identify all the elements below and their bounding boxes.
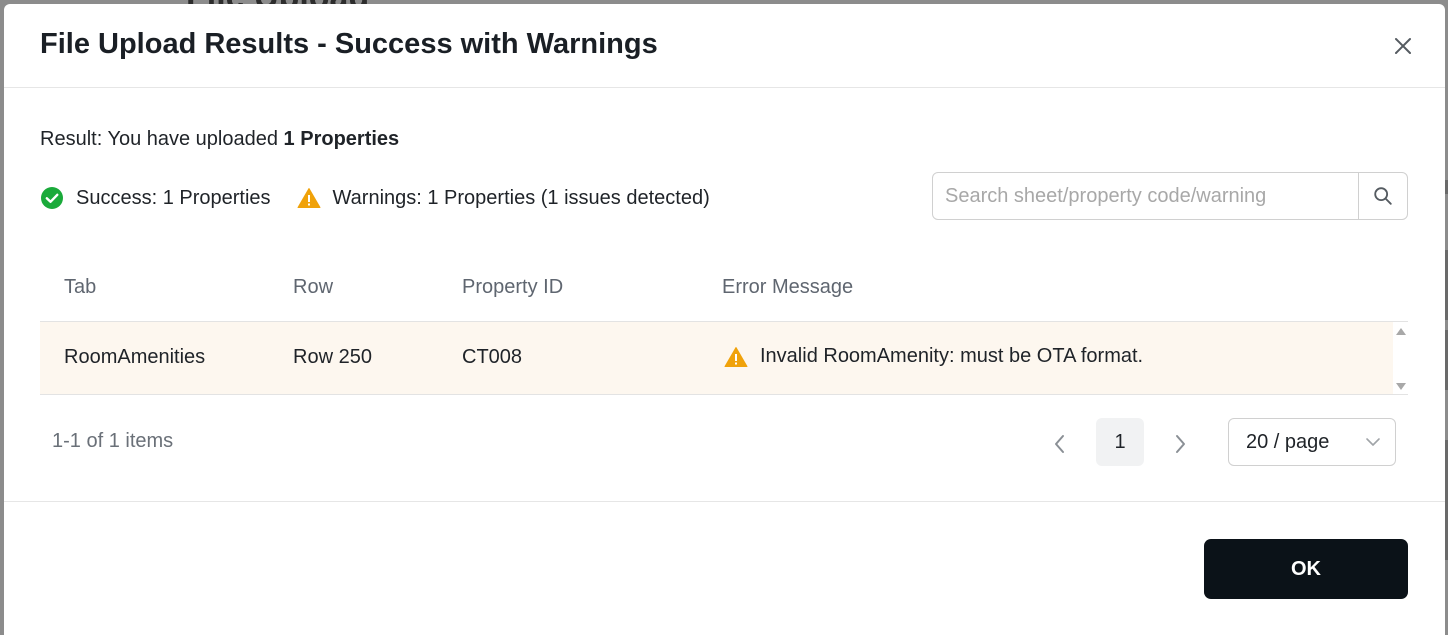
table-row[interactable]: RoomAmenities Row 250 CT008 Invalid Room… xyxy=(40,322,1393,394)
cell-property-id: CT008 xyxy=(462,346,523,368)
warning-text: Warnings: 1 Properties (1 issues detecte… xyxy=(332,186,710,209)
results-table: Tab Row Property ID Error Message RoomAm… xyxy=(40,254,1408,395)
cell-row: Row 250 xyxy=(293,346,372,368)
table-body: RoomAmenities Row 250 CT008 Invalid Room… xyxy=(40,322,1408,395)
modal-header: File Upload Results - Success with Warni… xyxy=(4,4,1445,88)
warning-triangle-icon xyxy=(297,188,321,208)
cell-error-message: Invalid RoomAmenity: must be OTA format. xyxy=(724,343,1143,369)
search-input[interactable] xyxy=(933,173,1358,219)
close-button[interactable] xyxy=(1391,34,1415,58)
scroll-up-arrow[interactable] xyxy=(1396,328,1406,335)
result-prefix: Result: You have uploaded xyxy=(40,128,284,150)
search-icon xyxy=(1374,187,1392,205)
search-box xyxy=(932,172,1408,220)
ok-button[interactable]: OK xyxy=(1204,539,1408,599)
column-header-property-id[interactable]: Property ID xyxy=(462,276,563,299)
column-header-tab[interactable]: Tab xyxy=(64,276,96,299)
page-size-value: 20 / page xyxy=(1246,430,1330,453)
column-header-error-message[interactable]: Error Message xyxy=(722,276,853,299)
modal-title: File Upload Results - Success with Warni… xyxy=(40,28,658,60)
next-page-button[interactable] xyxy=(1160,422,1200,466)
chevron-left-icon xyxy=(1055,435,1064,453)
previous-page-button[interactable] xyxy=(1040,422,1080,466)
result-summary: Result: You have uploaded 1 Properties xyxy=(40,128,399,151)
chevron-down-icon xyxy=(1366,438,1380,446)
pagination-summary: 1-1 of 1 items xyxy=(52,430,174,452)
close-icon xyxy=(1395,38,1411,54)
upload-results-modal: File Upload Results - Success with Warni… xyxy=(4,4,1445,635)
check-circle-icon xyxy=(41,187,63,209)
status-summary: Success: 1 Properties Warnings: 1 Proper… xyxy=(40,184,736,212)
warning-status: Warnings: 1 Properties (1 issues detecte… xyxy=(297,186,710,210)
page-size-select[interactable]: 20 / page xyxy=(1228,418,1396,466)
footer-divider xyxy=(4,501,1445,502)
error-message-text: Invalid RoomAmenity: must be OTA format. xyxy=(760,344,1144,367)
chevron-right-icon xyxy=(1176,435,1185,453)
column-header-row[interactable]: Row xyxy=(293,276,333,299)
scroll-down-arrow[interactable] xyxy=(1396,383,1406,390)
cell-tab: RoomAmenities xyxy=(64,346,206,368)
success-text: Success: 1 Properties xyxy=(76,186,271,209)
table-header: Tab Row Property ID Error Message xyxy=(40,254,1408,322)
search-button[interactable] xyxy=(1358,173,1407,219)
result-count: 1 Properties xyxy=(283,128,400,150)
page-number-button[interactable]: 1 xyxy=(1096,418,1144,466)
warning-triangle-icon xyxy=(724,347,748,367)
success-status: Success: 1 Properties xyxy=(40,186,271,210)
